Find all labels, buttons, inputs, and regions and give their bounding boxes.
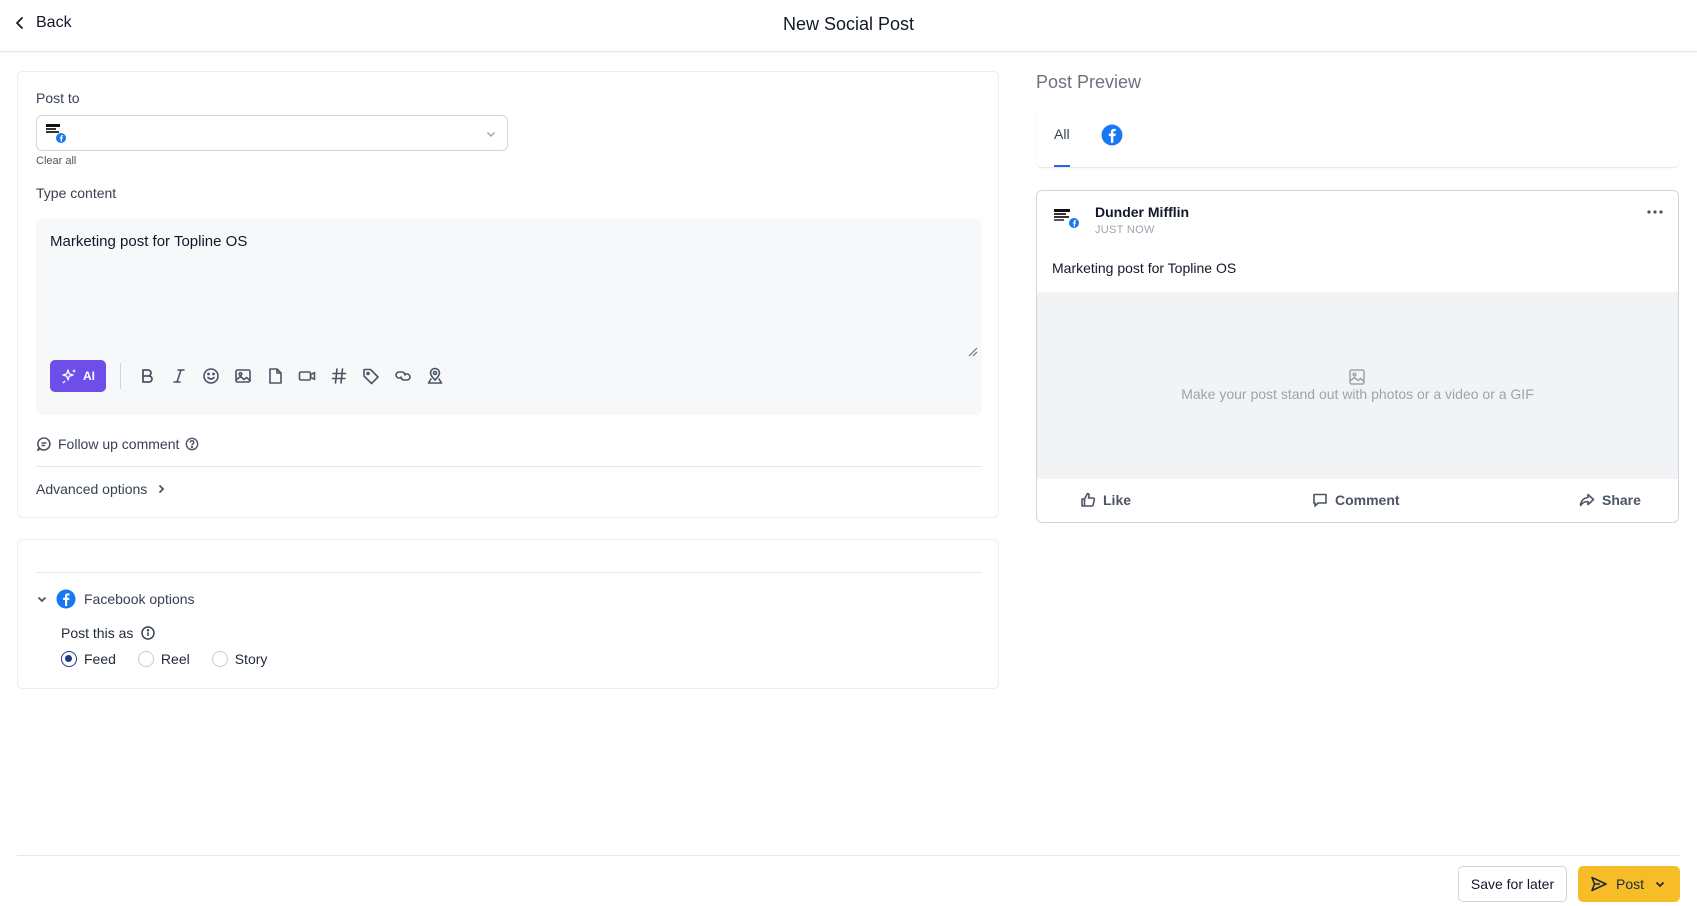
post-to-label: Post to	[36, 90, 80, 106]
facebook-options-card: Facebook options Post this as Feed Reel …	[17, 539, 999, 689]
radio-story-indicator[interactable]	[211, 651, 228, 667]
video-button[interactable]	[291, 360, 323, 392]
location-button[interactable]	[419, 360, 451, 392]
bold-icon	[142, 369, 153, 383]
toolbar-divider	[120, 363, 121, 389]
ai-button[interactable]: AI	[50, 360, 106, 392]
send-icon	[1591, 876, 1607, 892]
post-button[interactable]: Post	[1578, 866, 1680, 902]
thumbs-up-icon	[1081, 492, 1096, 507]
link-icon	[395, 371, 411, 381]
post-as-label: Post this as	[61, 625, 134, 641]
top-bar: Back New Social Post	[0, 0, 1697, 52]
advanced-options-label: Advanced options	[36, 481, 148, 497]
post-type-radio-group: Feed Reel Story	[61, 651, 267, 667]
comment-label: Comment	[1335, 492, 1400, 508]
content-editor[interactable]: Marketing post for Topline OS AI	[36, 219, 982, 415]
ai-label: AI	[83, 369, 95, 383]
sparkles-icon	[62, 369, 76, 384]
active-tab-underline	[1054, 165, 1070, 167]
post-button-label: Post	[1616, 876, 1645, 892]
bold-button[interactable]	[131, 360, 163, 392]
facebook-options-title: Facebook options	[84, 591, 195, 607]
emoji-button[interactable]	[195, 360, 227, 392]
file-icon	[269, 368, 282, 384]
post-time: JUST NOW	[1095, 224, 1155, 236]
post-text: Marketing post for Topline OS	[1052, 260, 1237, 276]
share-action[interactable]: Share	[1579, 492, 1641, 508]
back-button[interactable]: Back	[12, 14, 72, 32]
type-content-label: Type content	[36, 185, 117, 201]
radio-story-label: Story	[234, 651, 268, 667]
like-action[interactable]: Like	[1080, 492, 1131, 508]
content-text: Marketing post for Topline OS	[50, 233, 248, 250]
account-select[interactable]	[36, 115, 508, 151]
resize-handle-icon[interactable]	[966, 345, 978, 357]
info-icon[interactable]	[141, 626, 156, 640]
preview-title: Post Preview	[1036, 72, 1142, 92]
image-button[interactable]	[227, 360, 259, 392]
location-icon	[427, 367, 443, 384]
section-divider	[36, 466, 982, 467]
italic-icon	[173, 369, 185, 383]
account-name: Dunder Mifflin	[1095, 204, 1190, 220]
follow-up-comment-toggle[interactable]: Follow up comment	[36, 436, 199, 452]
advanced-options-toggle[interactable]: Advanced options	[36, 481, 167, 497]
hashtag-button[interactable]	[323, 360, 355, 392]
tag-icon	[363, 368, 379, 385]
radio-story[interactable]: Story	[211, 651, 268, 667]
radio-feed[interactable]: Feed	[61, 651, 116, 667]
chevron-right-icon	[159, 484, 165, 494]
tab-all[interactable]: All	[1054, 126, 1070, 142]
dunder-mifflin-avatar	[1054, 207, 1080, 229]
share-label: Share	[1602, 492, 1641, 508]
comment-icon	[36, 437, 51, 452]
radio-reel-indicator[interactable]	[137, 651, 154, 667]
compose-card: Post to Clear all Type content Marketing…	[17, 71, 999, 518]
chevron-down-icon[interactable]	[1654, 878, 1666, 890]
media-placeholder: Make your post stand out with photos or …	[1037, 292, 1678, 479]
more-options-icon[interactable]	[1646, 205, 1664, 219]
dunder-mifflin-avatar	[45, 122, 67, 144]
facebook-post-preview: Dunder Mifflin JUST NOW Marketing post f…	[1036, 190, 1679, 523]
chevron-left-icon	[16, 17, 23, 29]
save-for-later-button[interactable]: Save for later	[1458, 866, 1567, 902]
post-actions: Like Comment Share	[1037, 479, 1678, 522]
video-icon	[298, 371, 316, 381]
media-placeholder-text: Make your post stand out with photos or …	[1181, 386, 1534, 402]
radio-reel-label: Reel	[160, 651, 190, 667]
file-button[interactable]	[259, 360, 291, 392]
footer-divider	[17, 855, 1680, 856]
tab-facebook-icon[interactable]	[1101, 124, 1123, 146]
help-icon[interactable]	[185, 437, 199, 451]
chevron-down-icon	[487, 132, 495, 137]
radio-feed-label: Feed	[84, 651, 116, 667]
image-icon	[1349, 369, 1365, 385]
chevron-down-icon	[37, 596, 47, 603]
card-divider	[36, 572, 982, 573]
facebook-options-toggle[interactable]: Facebook options	[36, 589, 195, 609]
radio-reel[interactable]: Reel	[137, 651, 190, 667]
comment-icon	[1313, 493, 1327, 507]
follow-up-label: Follow up comment	[58, 436, 180, 452]
clear-all-link[interactable]: Clear all	[36, 155, 76, 167]
page-title: New Social Post	[782, 14, 915, 34]
emoji-icon	[203, 368, 219, 384]
back-label: Back	[36, 14, 72, 31]
facebook-icon	[56, 589, 76, 609]
editor-toolbar: AI	[50, 360, 451, 392]
hashtag-icon	[331, 368, 347, 384]
radio-feed-indicator[interactable]	[61, 651, 77, 667]
like-label: Like	[1103, 492, 1132, 508]
tag-button[interactable]	[355, 360, 387, 392]
image-icon	[235, 369, 251, 383]
preview-tabs: All	[1036, 104, 1679, 168]
comment-action[interactable]: Comment	[1312, 492, 1400, 508]
italic-button[interactable]	[163, 360, 195, 392]
link-button[interactable]	[387, 360, 419, 392]
share-icon	[1579, 493, 1595, 507]
post-as-row: Post this as	[61, 625, 156, 641]
